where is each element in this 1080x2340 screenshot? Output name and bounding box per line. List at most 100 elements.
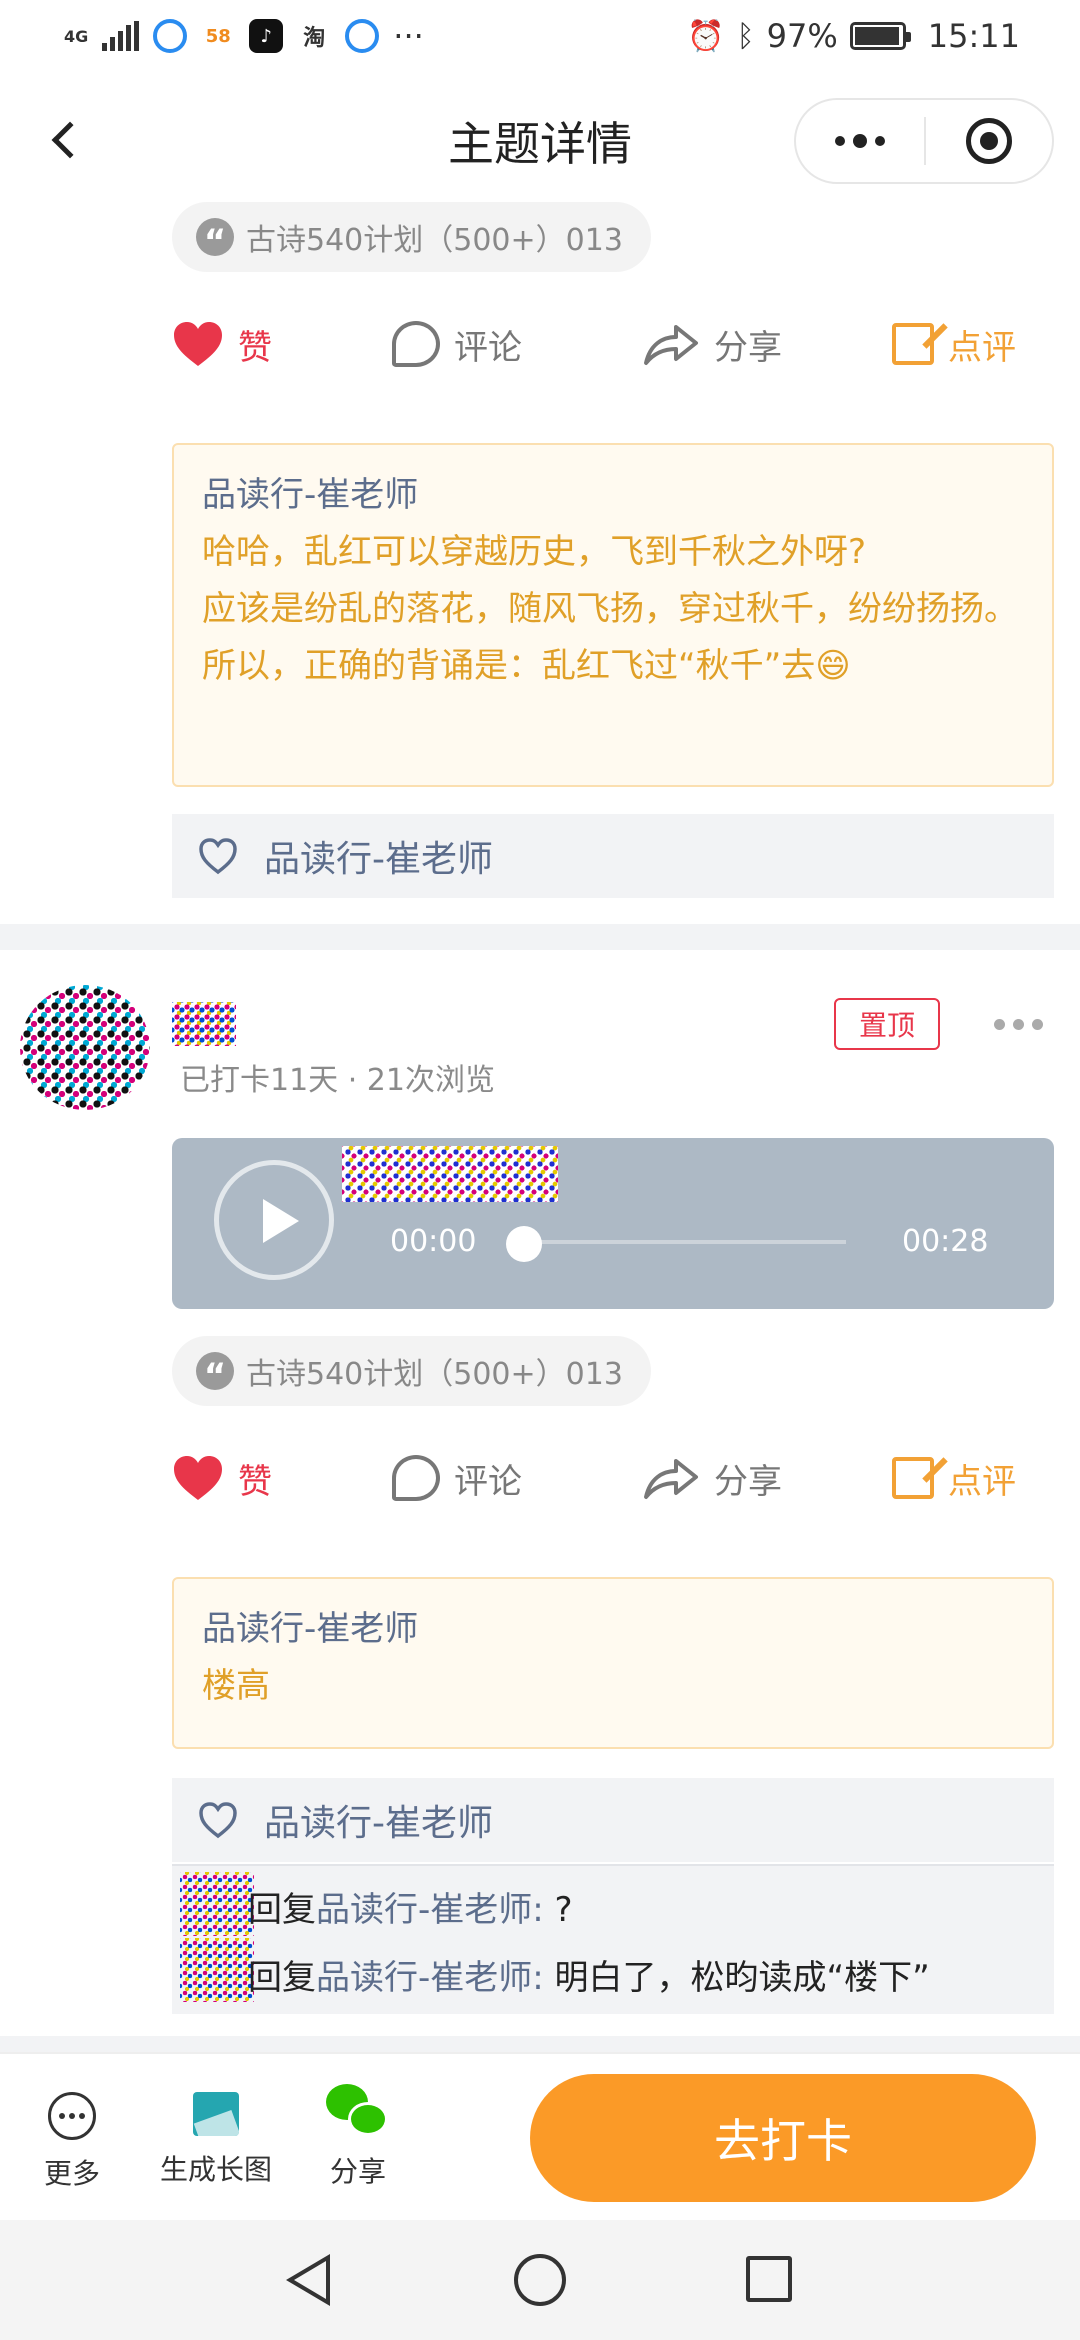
checkin-button[interactable]: 去打卡 (530, 2074, 1036, 2202)
share-button[interactable]: 分享 (642, 1454, 782, 1503)
browser-icon-2 (345, 19, 380, 53)
generate-long-image-button[interactable]: 生成长图 (160, 2092, 272, 2188)
reply-item[interactable]: 回复品读行-崔老师: ? (248, 1882, 573, 1931)
status-bar: 4G 58 ♪ 淘 ··· ⏰ ᛒ 97% 15:11 (0, 0, 1080, 72)
reply-text: ? (554, 1890, 573, 1930)
comment-button[interactable]: 评论 (392, 1454, 522, 1503)
review-text: 哈哈，乱红可以穿越历史，飞到千秋之外呀? 应该是纷乱的落花，随风飞扬，穿过秋千，… (202, 532, 1018, 686)
avatar (180, 1872, 254, 1936)
avatar[interactable] (20, 985, 150, 1110)
network-label: 4G (64, 26, 89, 46)
reply-colon: : (532, 1890, 555, 1930)
share-button[interactable]: 分享 (642, 320, 782, 369)
post-more-icon[interactable] (994, 1006, 1043, 1042)
bottom-action-bar: 更多 生成长图 分享 去打卡 (0, 2052, 1080, 2220)
more-button[interactable]: 更多 (44, 2092, 100, 2192)
username-pixelated[interactable] (172, 1002, 236, 1046)
battery-icon (849, 22, 911, 50)
edit-icon (892, 323, 934, 365)
share-label: 分享 (329, 2155, 386, 2188)
target-icon[interactable] (926, 100, 1052, 182)
tiktok-icon: ♪ (249, 19, 284, 53)
nav-back-icon[interactable] (286, 2254, 330, 2306)
review-author: 品读行-崔老师 (202, 475, 419, 515)
nav-header: 主题详情 (0, 72, 1080, 212)
share-arrow-icon (644, 1459, 698, 1499)
review-label: 点评 (948, 327, 1016, 368)
status-right: ⏰ ᛒ 97% 15:11 (687, 17, 1020, 55)
action-row: 赞 评论 分享 点评 (172, 1438, 1034, 1518)
status-left: 4G 58 ♪ 淘 ··· (64, 17, 424, 55)
review-author: 品读行-崔老师 (202, 1609, 419, 1649)
quote-icon: “ (196, 218, 234, 259)
topic-label: 古诗540计划（500+）013 (246, 1357, 623, 1392)
like-button[interactable]: 赞 (172, 320, 272, 369)
reply-prefix: 回复 (248, 1890, 316, 1930)
audio-player: 00:00 00:28 (172, 1138, 1054, 1309)
heart-outline-icon (199, 1802, 237, 1839)
post-separator (0, 924, 1080, 950)
wechat-share-button[interactable]: 分享 (326, 2084, 390, 2190)
post-meta: 已打卡11天 · 21次浏览 (180, 1063, 495, 1098)
speech-bubble-icon (392, 1455, 440, 1501)
reply-text: 明白了，松昀读成“楼下” (554, 1958, 930, 1998)
avatar (180, 1938, 254, 2002)
audio-progress-knob[interactable] (506, 1226, 542, 1262)
topic-tag[interactable]: “ 古诗540计划（500+）013 (172, 202, 651, 272)
wechat-icon (326, 2084, 390, 2138)
reply-to-name[interactable]: 品读行-崔老师 (316, 1890, 532, 1930)
teacher-review: 品读行-崔老师 楼高 (172, 1577, 1054, 1749)
share-arrow-icon (644, 325, 698, 365)
share-label: 分享 (714, 327, 782, 368)
signal-icon (102, 21, 140, 51)
like-label: 赞 (238, 327, 272, 368)
heart-icon (174, 322, 222, 366)
pinned-badge: 置顶 (834, 998, 940, 1050)
browser-icon (153, 19, 188, 53)
topic-tag[interactable]: “ 古诗540计划（500+）013 (172, 1336, 651, 1406)
audio-total-time: 00:28 (902, 1224, 989, 1259)
reply-item[interactable]: 回复品读行-崔老师: 明白了，松昀读成“楼下” (248, 1950, 930, 1999)
post-separator (0, 2036, 1080, 2052)
image-icon (193, 2092, 239, 2136)
review-button[interactable]: 点评 (892, 1454, 1016, 1503)
bluetooth-icon: ᛒ (736, 18, 755, 54)
action-row: 赞 评论 分享 点评 (172, 304, 1034, 384)
topic-label: 古诗540计划（500+）013 (246, 223, 623, 258)
nav-recents-icon[interactable] (746, 2256, 792, 2302)
likes-bar: 品读行-崔老师 (172, 1778, 1054, 1862)
comment-label: 评论 (454, 1461, 522, 1502)
more-dots-icon[interactable] (796, 100, 924, 182)
battery-percent: 97% (766, 17, 838, 55)
share-label: 分享 (714, 1461, 782, 1502)
heart-icon (174, 1456, 222, 1500)
quote-icon: “ (196, 1352, 234, 1393)
reply-colon: : (532, 1958, 555, 1998)
more-label: 更多 (44, 2157, 101, 2190)
review-label: 点评 (948, 1461, 1016, 1502)
alarm-icon: ⏰ (687, 18, 725, 54)
reply-to-name[interactable]: 品读行-崔老师 (316, 1958, 532, 1998)
comment-button[interactable]: 评论 (392, 320, 522, 369)
mini-program-capsule (794, 98, 1054, 184)
liked-by-name[interactable]: 品读行-崔老师 (264, 830, 493, 882)
long-image-label: 生成长图 (160, 2153, 273, 2186)
more-notifications: ··· (393, 17, 424, 55)
more-circle-icon (48, 2092, 96, 2140)
review-text: 楼高 (202, 1666, 270, 1706)
audio-progress-track[interactable] (512, 1240, 846, 1244)
liked-by-name[interactable]: 品读行-崔老师 (264, 1794, 493, 1846)
speech-bubble-icon (392, 321, 440, 367)
edit-icon (892, 1457, 934, 1499)
like-button[interactable]: 赞 (172, 1454, 272, 1503)
play-icon[interactable] (214, 1160, 334, 1280)
like-label: 赞 (238, 1461, 272, 1502)
system-nav-bar (0, 2220, 1080, 2340)
nav-home-icon[interactable] (514, 2254, 566, 2306)
audio-title-pixelated (342, 1146, 558, 1202)
audio-current-time: 00:00 (390, 1224, 477, 1259)
app-58-icon: 58 (205, 25, 231, 47)
reply-prefix: 回复 (248, 1958, 316, 1998)
reply-list: 回复品读行-崔老师: ? 回复品读行-崔老师: 明白了，松昀读成“楼下” (172, 1864, 1054, 2014)
review-button[interactable]: 点评 (892, 320, 1016, 369)
